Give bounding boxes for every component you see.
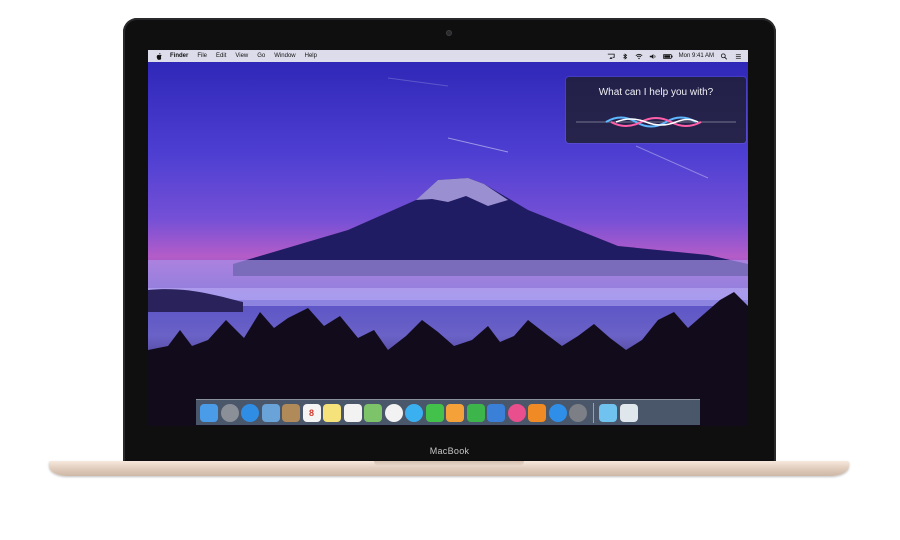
menu-help[interactable]: Help [305, 53, 317, 59]
laptop-hinge-notch [374, 461, 524, 466]
pages-icon[interactable] [446, 403, 464, 422]
downloads-folder-icon[interactable] [599, 403, 617, 422]
airplay-icon[interactable] [607, 53, 615, 60]
mail-icon[interactable] [261, 403, 280, 422]
menu-window[interactable]: Window [274, 53, 295, 59]
system-preferences-icon[interactable] [569, 403, 587, 422]
numbers-icon[interactable] [466, 403, 485, 422]
keynote-icon[interactable] [487, 403, 505, 422]
siri-prompt: What can I help you with? [598, 87, 714, 98]
menu-bar: Finder File Edit View Go Window Help Mon… [148, 50, 748, 62]
messages-icon[interactable] [405, 403, 423, 422]
dock-separator [592, 402, 594, 423]
maps-icon[interactable] [364, 403, 382, 422]
trash-icon[interactable] [619, 403, 638, 422]
status-area: Mon 9:41 AM [607, 50, 742, 62]
spotlight-search-icon[interactable] [720, 52, 728, 60]
reminders-icon[interactable] [343, 403, 362, 422]
dock: 8 [196, 399, 700, 425]
launchpad-icon[interactable] [220, 403, 239, 422]
itunes-icon[interactable] [507, 403, 526, 422]
calendar-icon[interactable]: 8 [302, 403, 321, 422]
menu-finder[interactable]: Finder [170, 53, 188, 59]
siri-panel[interactable]: What can I help you with? [566, 77, 746, 143]
menu-file[interactable]: File [197, 53, 207, 59]
notification-center-icon[interactable] [734, 53, 742, 60]
camera-icon [446, 30, 452, 36]
menu-go[interactable]: Go [257, 53, 265, 59]
safari-icon[interactable] [241, 403, 259, 422]
ibooks-icon[interactable] [528, 403, 546, 422]
contacts-icon[interactable] [282, 403, 300, 422]
photos-icon[interactable] [384, 403, 403, 422]
apple-menu-icon[interactable] [156, 52, 162, 60]
macbook-label: MacBook [429, 446, 470, 456]
siri-waveform-icon [576, 116, 736, 128]
bluetooth-icon[interactable] [621, 52, 629, 60]
volume-icon[interactable] [649, 53, 657, 60]
calendar-date-label: 8 [308, 407, 314, 418]
battery-icon[interactable] [662, 53, 673, 60]
menu-view[interactable]: View [235, 53, 248, 59]
finder-icon[interactable] [200, 403, 218, 422]
menubar-clock[interactable]: Mon 9:41 AM [679, 53, 714, 59]
desktop-screen: Finder File Edit View Go Window Help Mon… [148, 50, 748, 426]
wifi-icon[interactable] [635, 53, 643, 60]
notes-icon[interactable] [323, 403, 341, 422]
menu-edit[interactable]: Edit [216, 53, 226, 59]
app-store-icon[interactable] [548, 403, 567, 422]
facetime-icon[interactable] [425, 403, 444, 422]
